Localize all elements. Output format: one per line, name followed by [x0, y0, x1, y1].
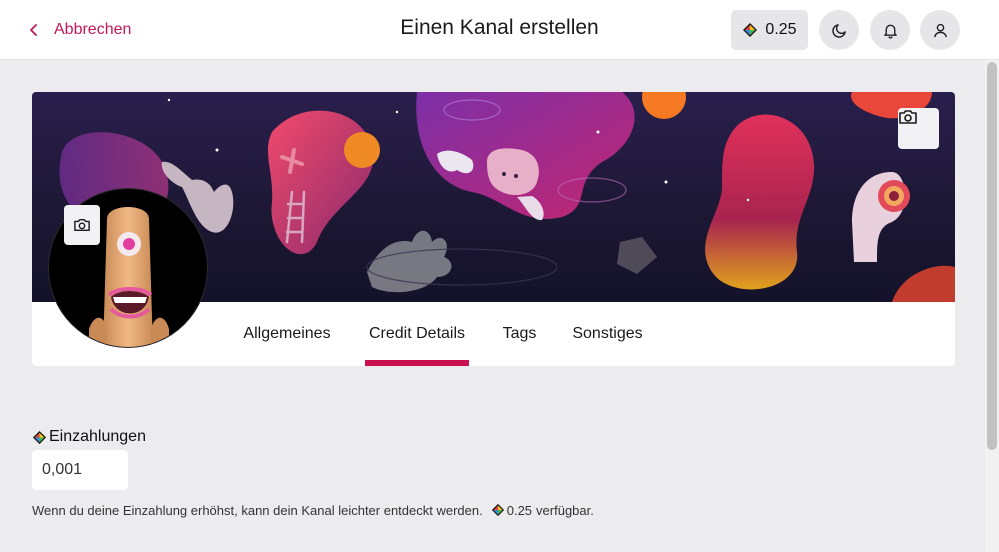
tab-credit-details[interactable]: Credit Details — [365, 302, 469, 366]
user-icon — [933, 23, 947, 37]
tab-other[interactable]: Sonstiges — [569, 302, 646, 366]
chevron-left-icon — [30, 24, 37, 36]
account-button[interactable] — [920, 10, 960, 50]
available-amount: 0.25 — [506, 502, 533, 518]
camera-icon — [74, 218, 90, 232]
deposit-help-message: Wenn du deine Einzahlung erhöhst, kann d… — [32, 502, 483, 518]
lbc-credits-icon — [491, 503, 504, 517]
deposit-label: Einzahlungen — [32, 426, 146, 448]
top-header: Abbrechen Einen Kanal erstellen 0.25 — [0, 0, 999, 60]
lbc-credits-icon — [32, 430, 47, 444]
deposit-amount-input[interactable] — [32, 450, 128, 490]
change-cover-button[interactable] — [898, 108, 939, 149]
cancel-button[interactable]: Abbrechen — [28, 18, 131, 42]
tab-tags[interactable]: Tags — [501, 302, 538, 366]
lbc-credits-icon — [743, 23, 758, 37]
moon-icon — [831, 23, 846, 38]
camera-icon — [899, 110, 917, 124]
bell-icon — [883, 24, 897, 38]
change-avatar-button[interactable] — [64, 205, 100, 245]
deposit-help-text: Wenn du deine Einzahlung erhöhst, kann d… — [32, 501, 594, 519]
credit-balance-button[interactable]: 0.25 — [731, 10, 808, 50]
tab-general[interactable]: Allgemeines — [240, 302, 334, 366]
credit-balance-value: 0.25 — [765, 21, 797, 38]
scrollbar-thumb[interactable] — [987, 62, 997, 450]
deposit-label-text: Einzahlungen — [49, 428, 146, 445]
available-suffix: verfügbar. — [536, 502, 594, 518]
notifications-button[interactable] — [870, 10, 910, 50]
cancel-label: Abbrechen — [54, 21, 132, 38]
theme-toggle-button[interactable] — [819, 10, 859, 50]
